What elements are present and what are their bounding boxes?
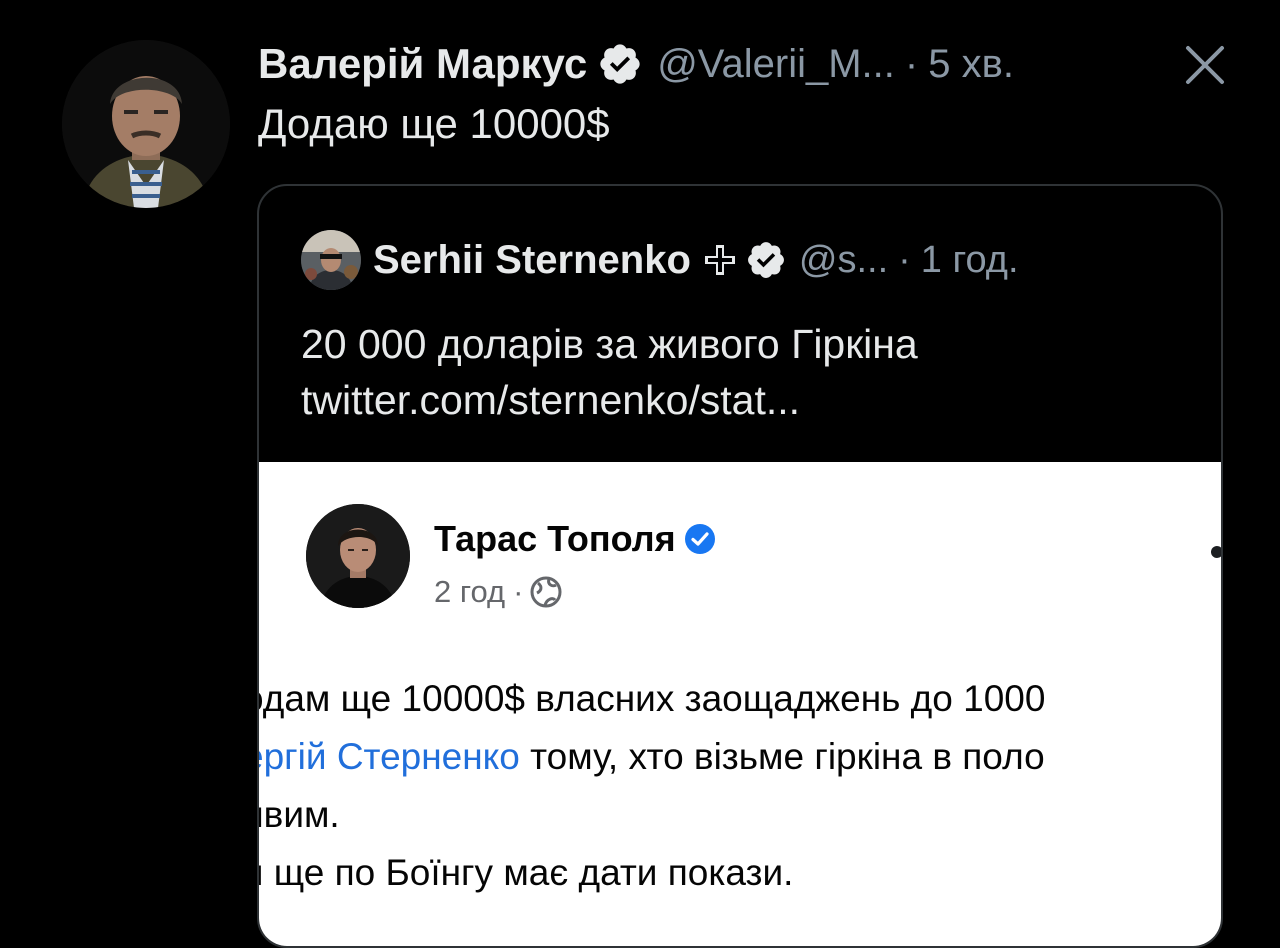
embedded-post-meta: 2 год · (434, 574, 563, 610)
embedded-author-avatar-image (306, 504, 410, 608)
embedded-post-image[interactable]: Тарас Тополя 2 год · одам ще 10000$ влас… (259, 462, 1221, 946)
author-avatar[interactable] (62, 40, 230, 208)
verified-badge-icon (747, 242, 784, 278)
embedded-post-text: одам ще 10000$ власних заощаджень до 100… (259, 670, 1045, 902)
quoted-author-avatar[interactable] (301, 230, 361, 290)
verified-badge-icon (684, 524, 715, 554)
embedded-post-line: н ще по Боїнгу має дати покази. (259, 852, 794, 893)
author-handle[interactable]: @Valerii_M... (657, 42, 895, 87)
embedded-post-time: 2 год (434, 574, 506, 609)
mention-link: ергій Стерненко (259, 736, 520, 777)
quoted-tweet-card[interactable]: Serhii Sternenko @s... · 1 год. 20 000 д… (257, 184, 1223, 948)
more-icon (1211, 546, 1221, 558)
tweet-time[interactable]: 5 хв. (928, 42, 1014, 87)
close-icon (1186, 46, 1224, 84)
quoted-tweet-header: Serhii Sternenko @s... · 1 год. (301, 226, 1019, 294)
embedded-post-line-rest: тому, хто візьме гіркіна в поло (519, 736, 1045, 777)
quoted-tweet-time[interactable]: 1 год. (921, 239, 1019, 282)
globe-icon (530, 576, 562, 608)
close-button[interactable] (1180, 40, 1230, 90)
meta-separator: · (513, 574, 524, 609)
tweet-header: Валерій Маркус @Valerii_M... · 5 хв. (258, 34, 1014, 94)
cross-icon (704, 245, 735, 275)
embedded-author-name: Тарас Тополя (434, 518, 676, 559)
quoted-author-avatar-image (301, 230, 361, 290)
author-avatar-image (62, 40, 230, 208)
embedded-post-line: ивим. (259, 794, 340, 835)
embedded-post-line: ергій Стерненко тому, хто візьме гіркіна… (259, 728, 1045, 786)
author-name[interactable]: Валерій Маркус (258, 40, 587, 88)
embedded-author-row: Тарас Тополя (434, 518, 716, 560)
quoted-tweet-text: 20 000 доларів за живого Гіркіна twitter… (301, 316, 918, 428)
embedded-author-avatar (306, 504, 410, 608)
tweet-text: Додаю ще 10000$ (258, 100, 610, 147)
meta-separator: · (904, 41, 919, 86)
embedded-post-line: одам ще 10000$ власних заощаджень до 100… (259, 678, 1046, 719)
verified-badge-icon (600, 44, 640, 84)
quoted-author-name[interactable]: Serhii Sternenko (373, 238, 691, 283)
quoted-tweet-text-line: 20 000 доларів за живого Гіркіна (301, 321, 918, 367)
meta-separator: · (898, 238, 911, 281)
quoted-author-handle[interactable]: @s... (799, 239, 888, 282)
quoted-tweet-link[interactable]: twitter.com/sternenko/stat... (301, 372, 918, 428)
